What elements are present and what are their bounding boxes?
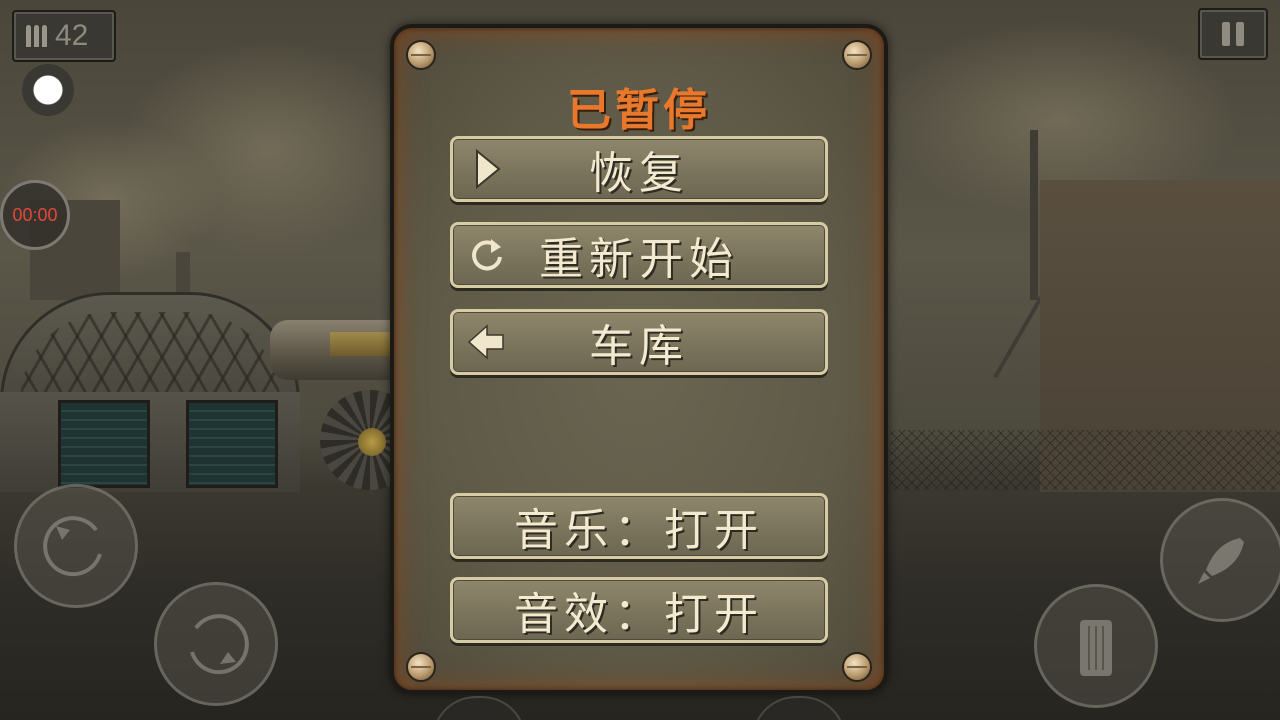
record-dot-icon[interactable] [22,64,74,116]
rocket-icon [1198,538,1244,584]
pause-title: 已暂停 [567,85,711,136]
pause-icon-bar [1236,22,1244,46]
rotate-clockwise-icon [190,614,249,675]
fire-rocket-button[interactable] [1160,498,1280,622]
rotate-left-button[interactable] [14,484,138,608]
bolt-icon [406,40,436,70]
pause-icon [1222,22,1230,46]
play-icon [467,149,507,189]
trash-icon [1080,620,1112,676]
bolt-icon [842,652,872,682]
trash-button[interactable] [1034,584,1158,708]
game-scene: 42 00:00 已暂停 恢复 重新开始 车库 音乐：打开 音效：打开 [0,0,1280,720]
garage-button[interactable]: 车库 [450,309,828,375]
music-toggle-button[interactable]: 音乐：打开 [450,493,828,559]
restart-icon [467,235,507,275]
hangar-door [58,400,150,488]
restart-label: 重新开始 [539,234,739,285]
ammo-count: 42 [55,19,89,52]
sound-effects-toggle-label: 音效：打开 [514,589,764,640]
bullets-icon [26,25,47,47]
timer: 00:00 [0,180,70,250]
resume-label: 恢复 [589,148,689,199]
timer-text: 00:00 [12,204,58,225]
pause-button[interactable] [1198,8,1268,60]
chimney [176,252,190,292]
background-fence [890,430,1280,490]
bolt-icon [842,40,872,70]
rotate-right-button[interactable] [154,582,278,706]
resume-button[interactable]: 恢复 [450,136,828,202]
restart-button[interactable]: 重新开始 [450,222,828,288]
music-toggle-label: 音乐：打开 [514,505,764,556]
garage-label: 车库 [589,321,689,372]
back-arrow-icon [467,322,507,362]
sound-effects-toggle-button[interactable]: 音效：打开 [450,577,828,643]
ammo-counter: 42 [12,10,116,62]
hangar [0,292,300,492]
hangar-door [186,400,278,488]
rotate-counterclockwise-icon [43,516,102,577]
bolt-icon [406,652,436,682]
player-vehicle [270,290,420,490]
